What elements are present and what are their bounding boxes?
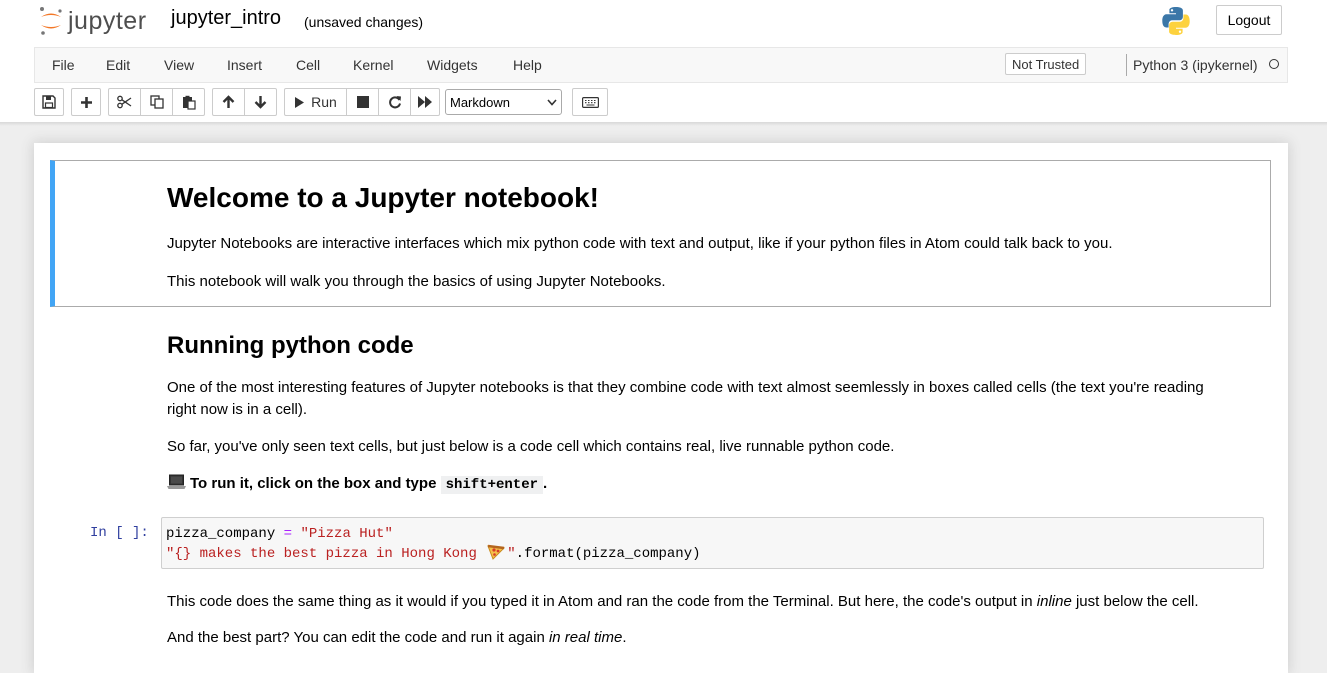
after-p1-em: inline xyxy=(1036,593,1072,610)
cut-icon xyxy=(117,95,132,109)
arrow-down-icon xyxy=(254,96,267,109)
running-heading-block: Running python code xyxy=(167,332,414,359)
stop-icon xyxy=(356,96,369,108)
code-format-call: .format(pizza_company) xyxy=(515,546,701,562)
welcome-paragraph-2: This notebook will walk you through the … xyxy=(167,273,666,290)
run-button[interactable]: Run xyxy=(284,88,347,116)
menu-kernel[interactable]: Kernel xyxy=(353,57,393,73)
code-line-2: "{} makes the best pizza in Hong Kong ".… xyxy=(166,544,1259,564)
pizza-icon xyxy=(487,544,506,560)
menu-cell[interactable]: Cell xyxy=(296,57,320,73)
running-paragraph-1a: One of the most interesting features of … xyxy=(167,379,1204,396)
header-shadow xyxy=(0,122,1327,126)
menu-help[interactable]: Help xyxy=(513,57,542,73)
after-p2a: And the best part? You can edit the code… xyxy=(167,629,549,646)
cell-type-select[interactable]: Markdown xyxy=(445,89,562,115)
command-palette-button[interactable] xyxy=(572,88,608,116)
run-instruction-end: . xyxy=(543,475,548,492)
code-operator: = xyxy=(275,526,301,542)
keyboard-icon xyxy=(581,96,599,108)
after-p1a: This code does the same thing as it woul… xyxy=(167,593,1037,610)
paste-button[interactable] xyxy=(172,88,205,116)
fast-forward-icon xyxy=(418,96,432,108)
code-string: "Pizza Hut" xyxy=(300,526,393,542)
move-up-button[interactable] xyxy=(212,88,245,116)
copy-icon xyxy=(149,95,164,109)
notebook-container: Welcome to a Jupyter notebook! Jupyter N… xyxy=(34,143,1288,673)
notebook-name[interactable]: jupyter_intro xyxy=(171,7,281,30)
after-p1b: just below the cell. xyxy=(1071,593,1199,610)
after-p2b: . xyxy=(622,629,627,646)
code-string-2b: " xyxy=(507,546,516,562)
save-button[interactable] xyxy=(34,88,64,116)
interrupt-button[interactable] xyxy=(346,88,379,116)
jupyter-logo-text: jupyter xyxy=(68,6,147,35)
menu-file[interactable]: File xyxy=(52,57,75,73)
after-p1-block: This code does the same thing as it woul… xyxy=(167,591,1199,613)
code-variable: pizza_company xyxy=(166,526,276,542)
cell-type-value: Markdown xyxy=(450,94,510,110)
plus-icon xyxy=(80,96,92,108)
code-string-2a: "{} makes the best pizza in Hong Kong xyxy=(166,546,486,562)
welcome-p2-block: This notebook will walk you through the … xyxy=(167,271,666,293)
welcome-paragraph-1: Jupyter Notebooks are interactive interf… xyxy=(167,235,1113,252)
logout-button[interactable]: Logout xyxy=(1216,5,1282,35)
welcome-p1-block: Jupyter Notebooks are interactive interf… xyxy=(167,233,1113,255)
menu-widgets[interactable]: Widgets xyxy=(427,57,478,73)
kernel-idle-indicator xyxy=(1269,59,1279,69)
code-line-1: pizza_company = "Pizza Hut" xyxy=(166,525,1259,544)
menu-insert[interactable]: Insert xyxy=(227,57,262,73)
after-p2-em: in real time xyxy=(548,629,623,646)
paste-icon xyxy=(182,95,196,110)
insert-cell-button[interactable] xyxy=(71,88,101,116)
menubar: File Edit View Insert Cell Kernel Widget… xyxy=(34,47,1288,83)
running-paragraph-2: So far, you've only seen text cells, but… xyxy=(167,438,895,455)
run-icon xyxy=(295,96,305,108)
copy-button[interactable] xyxy=(140,88,173,116)
after-paragraph-2: And the best part? You can edit the code… xyxy=(167,627,627,649)
chevron-down-icon xyxy=(547,98,557,106)
move-down-button[interactable] xyxy=(244,88,277,116)
welcome-heading-block: Welcome to a Jupyter notebook! xyxy=(167,182,599,213)
shift-enter-shortcut: shift+enter xyxy=(440,476,544,494)
jupyter-logo[interactable]: jupyter xyxy=(38,6,147,36)
trusted-indicator[interactable]: Not Trusted xyxy=(1005,53,1087,75)
kernel-separator xyxy=(1126,54,1127,76)
after-p2-block: And the best part? You can edit the code… xyxy=(167,627,627,649)
restart-button[interactable] xyxy=(378,88,411,116)
welcome-heading: Welcome to a Jupyter notebook! xyxy=(167,182,599,213)
restart-icon xyxy=(388,96,401,109)
running-p1-block: One of the most interesting features of … xyxy=(167,377,1204,421)
header: jupyter jupyter_intro (unsaved changes) … xyxy=(0,0,1327,122)
run-instruction: To run it, click on the box and type shi… xyxy=(167,473,547,496)
running-paragraph-1b: right now is in a cell). xyxy=(167,401,308,418)
save-icon xyxy=(42,95,56,109)
save-status: (unsaved changes) xyxy=(304,14,424,30)
kernel-name[interactable]: Python 3 (ipykernel) xyxy=(1133,57,1258,73)
input-prompt: In [ ]: xyxy=(90,525,149,541)
jupyter-logo-icon xyxy=(40,7,62,35)
running-p2-block: So far, you've only seen text cells, but… xyxy=(167,436,894,458)
menu-edit[interactable]: Edit xyxy=(106,57,130,73)
cut-button[interactable] xyxy=(108,88,141,116)
arrow-up-icon xyxy=(222,95,235,108)
running-heading: Running python code xyxy=(167,332,414,359)
python-logo-icon xyxy=(1162,7,1190,35)
run-instruction-text: To run it, click on the box and type xyxy=(190,475,437,492)
after-paragraph-1: This code does the same thing as it woul… xyxy=(167,591,1199,613)
run-label: Run xyxy=(311,94,337,110)
laptop-icon xyxy=(167,474,186,489)
restart-run-all-button[interactable] xyxy=(410,88,440,116)
code-cell-editor[interactable]: pizza_company = "Pizza Hut" "{} makes th… xyxy=(161,517,1264,569)
menu-view[interactable]: View xyxy=(164,57,194,73)
